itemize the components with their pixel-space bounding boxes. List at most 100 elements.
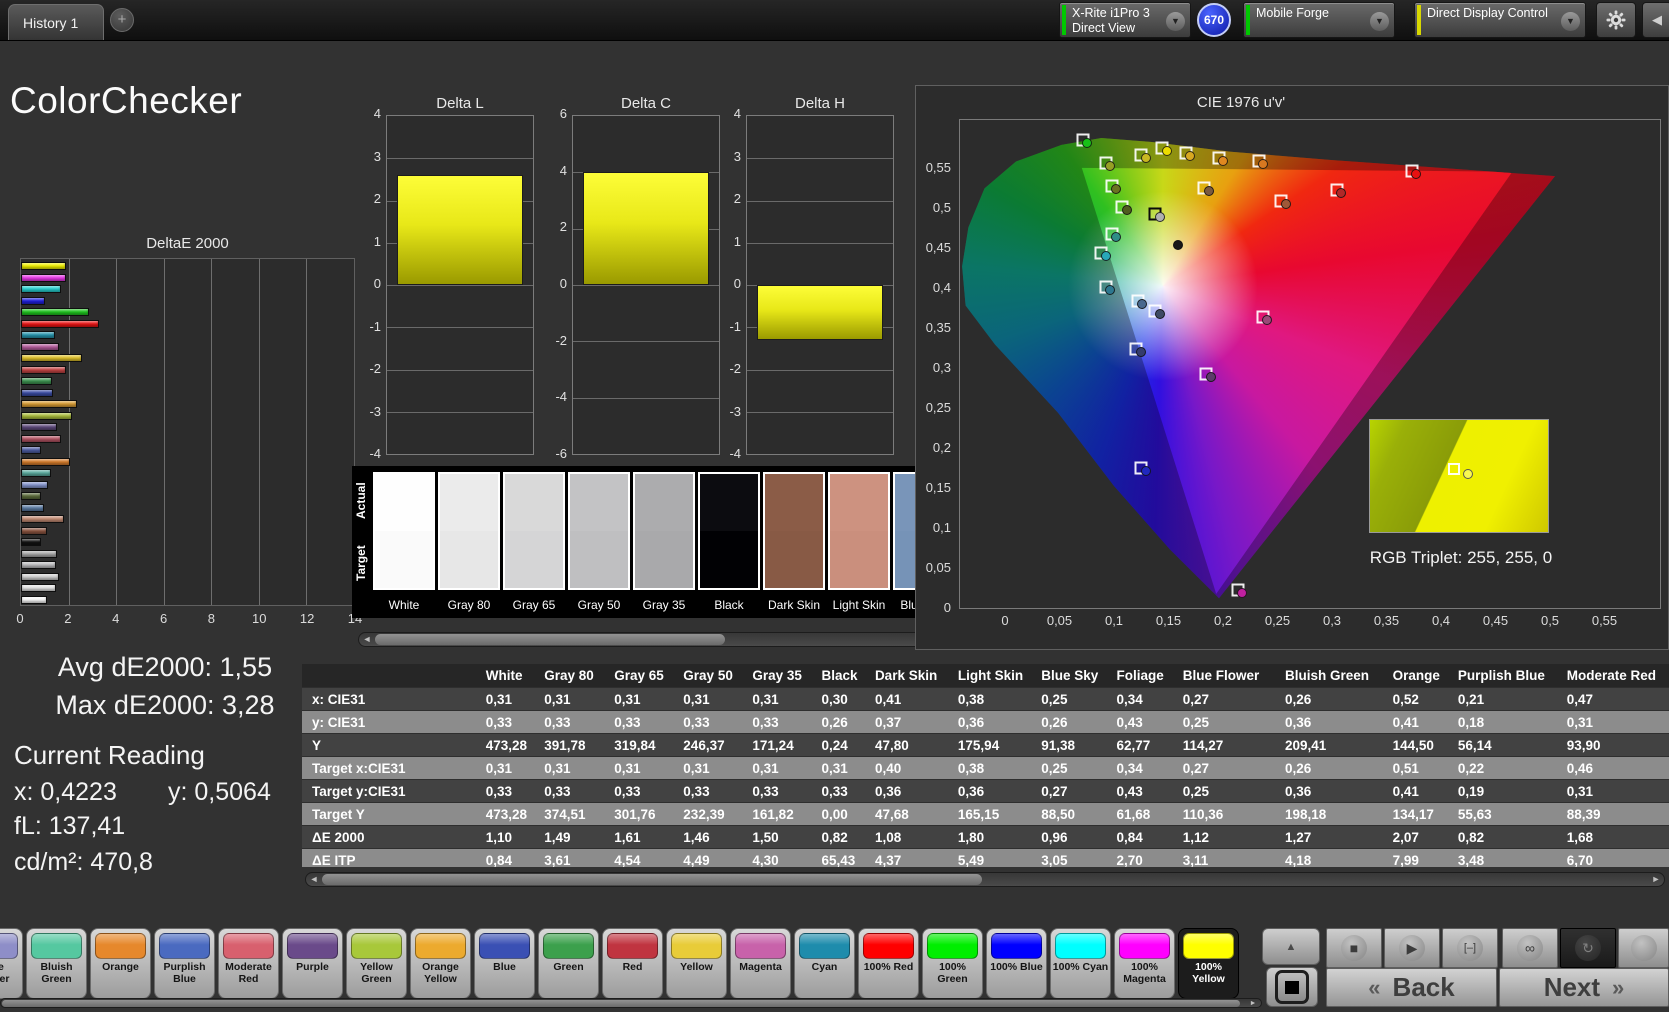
display-control-dropdown[interactable]: Direct Display Control ▼ [1414,2,1586,38]
table-cell: 0,36 [868,779,952,803]
back-button[interactable]: « Back [1326,968,1497,1007]
pattern-button-100-green[interactable]: 100% Green [922,928,983,999]
table-cell: 1,46 [677,825,747,849]
table-cell: 0,33 [479,779,539,803]
de-bar-100-red [21,319,100,328]
meter-count-badge[interactable]: 670 [1197,3,1231,37]
swatch-scrollbar-thumb[interactable] [375,634,725,645]
table-cell: 55,63 [1451,802,1561,826]
cie-measure-dot [1258,158,1269,169]
pattern-button-magenta[interactable]: Magenta [730,928,791,999]
row-label: ΔE 2000 [302,825,480,849]
de-bar-100-yellow [21,262,67,270]
table-cell: 0,33 [677,779,747,803]
table-cell: 0,31 [746,756,816,780]
pattern-button-yellow[interactable]: Yellow [666,928,727,999]
pattern-strip-scrollbar-thumb[interactable] [2,1000,1240,1007]
swatch-target [635,531,693,588]
axis-tick-label: 8 [207,611,216,626]
table-header-cell: Orange [1386,664,1452,688]
de-bar-orange [21,457,71,466]
table-header-cell: Moderate Red [1560,664,1669,688]
scroll-right-icon[interactable]: ► [1246,999,1260,1012]
cie-measure-dot [1140,152,1151,163]
add-tab-button[interactable]: + [110,8,134,32]
scroll-left-icon[interactable]: ◄ [360,633,374,646]
swatch-label: White [388,598,420,612]
table-cell: 110,36 [1176,802,1279,826]
table-cell: 0,31 [479,756,539,780]
table-scrollbar[interactable]: ◄ ► [305,872,1665,887]
table-header-cell: Dark Skin [868,664,952,688]
cie-measure-dot [1137,298,1147,309]
pattern-button-orange[interactable]: Orange [90,928,151,999]
swatch-scrollbar[interactable]: ◄ ► [358,632,955,647]
color-chip [31,933,82,959]
play-button[interactable]: ▶ [1384,928,1440,968]
table-cell: 0,34 [1110,687,1177,711]
pattern-button-red[interactable]: Red [602,928,663,999]
gridline [747,411,893,413]
table-cell: 0,30 [815,687,869,711]
pattern-window-button[interactable] [1266,967,1318,1007]
table-cell: 319,84 [608,733,678,757]
pattern-button-100-yellow[interactable]: 100% Yellow [1178,928,1239,999]
pattern-source-dropdown[interactable]: Mobile Forge ▼ [1243,2,1395,38]
pattern-size-button[interactable]: [–] [1442,928,1498,968]
de-bar-gray-65 [21,572,60,581]
pattern-button-moderate-red[interactable]: Moderate Red [218,928,279,999]
pattern-button-yellow-green[interactable]: Yellow Green [346,928,407,999]
collapse-strip-button[interactable]: ▲ [1262,928,1320,965]
next-button[interactable]: Next » [1499,968,1669,1007]
pattern-button-orange-yellow[interactable]: Orange Yellow [410,928,471,999]
axis-tick-label: 0,5 [1540,613,1560,628]
swatch-label: Black [714,598,744,612]
pattern-button-100-magenta[interactable]: 100% Magenta [1114,928,1175,999]
de-bar-light-skin [21,515,64,523]
table-scrollbar-thumb[interactable] [322,874,982,885]
scroll-left-icon[interactable]: ◄ [307,873,321,886]
swatch-target [830,531,888,588]
axis-tick-label: 0,15 [925,480,951,495]
actual-row-label: Actual [354,482,368,520]
axis-tick-label: 10 [252,611,267,626]
continuous-measure-button[interactable]: ↻ [1560,928,1616,968]
loop-button[interactable]: ∞ [1502,928,1558,968]
pattern-button-cyan[interactable]: Cyan [794,928,855,999]
delta-bar [583,172,709,285]
pattern-button-100-cyan[interactable]: 100% Cyan [1050,928,1111,999]
table-cell: 134,17 [1386,802,1452,826]
axis-tick-label: -4 [729,446,741,461]
pattern-button-100-red[interactable]: 100% Red [858,928,919,999]
axis-tick-label: 0,25 [1264,613,1291,628]
meter-dropdown[interactable]: X-Rite i1Pro 3 Direct View ▼ [1059,2,1191,38]
table-cell: 0,31 [677,756,747,780]
pattern-button-blue-flower[interactable]: Blue Flower [0,928,23,999]
swatch-light-skin [828,472,890,590]
pattern-button-label: Cyan [811,961,838,973]
row-label: Target y:CIE31 [302,779,480,803]
pattern-button-bluish-green[interactable]: Bluish Green [26,928,87,999]
de-bar-blue [21,388,54,397]
cie-measure-dot [1462,469,1473,480]
pattern-button-purple[interactable]: Purple [282,928,343,999]
workflow-status-stripe [1417,5,1421,35]
gridline [747,369,893,371]
settings-button[interactable] [1596,2,1636,38]
top-bar: History 1 + X-Rite i1Pro 3 Direct View ▼… [0,0,1669,41]
pattern-button-purplish-blue[interactable]: Purplish Blue [154,928,215,999]
pattern-button-green[interactable]: Green [538,928,599,999]
pattern-button-100-blue[interactable]: 100% Blue [986,928,1047,999]
pattern-button-blue[interactable]: Blue [474,928,535,999]
pattern-size-icon: [–] [1457,935,1483,961]
pattern-button-label: Magenta [739,961,782,973]
delta-c-chart: Delta C 6 4 2 0 -2 -4 -6 [542,95,722,477]
stop-button[interactable]: ■ [1326,928,1382,968]
history-tab[interactable]: History 1 [8,4,104,40]
swatch-black [698,472,760,590]
collapse-panel-button[interactable]: ◀ [1642,2,1669,38]
cie-measure-dot [1237,587,1248,598]
gridline [747,242,893,244]
scroll-right-icon[interactable]: ► [1649,873,1663,886]
blank-transport-button[interactable] [1618,928,1669,968]
